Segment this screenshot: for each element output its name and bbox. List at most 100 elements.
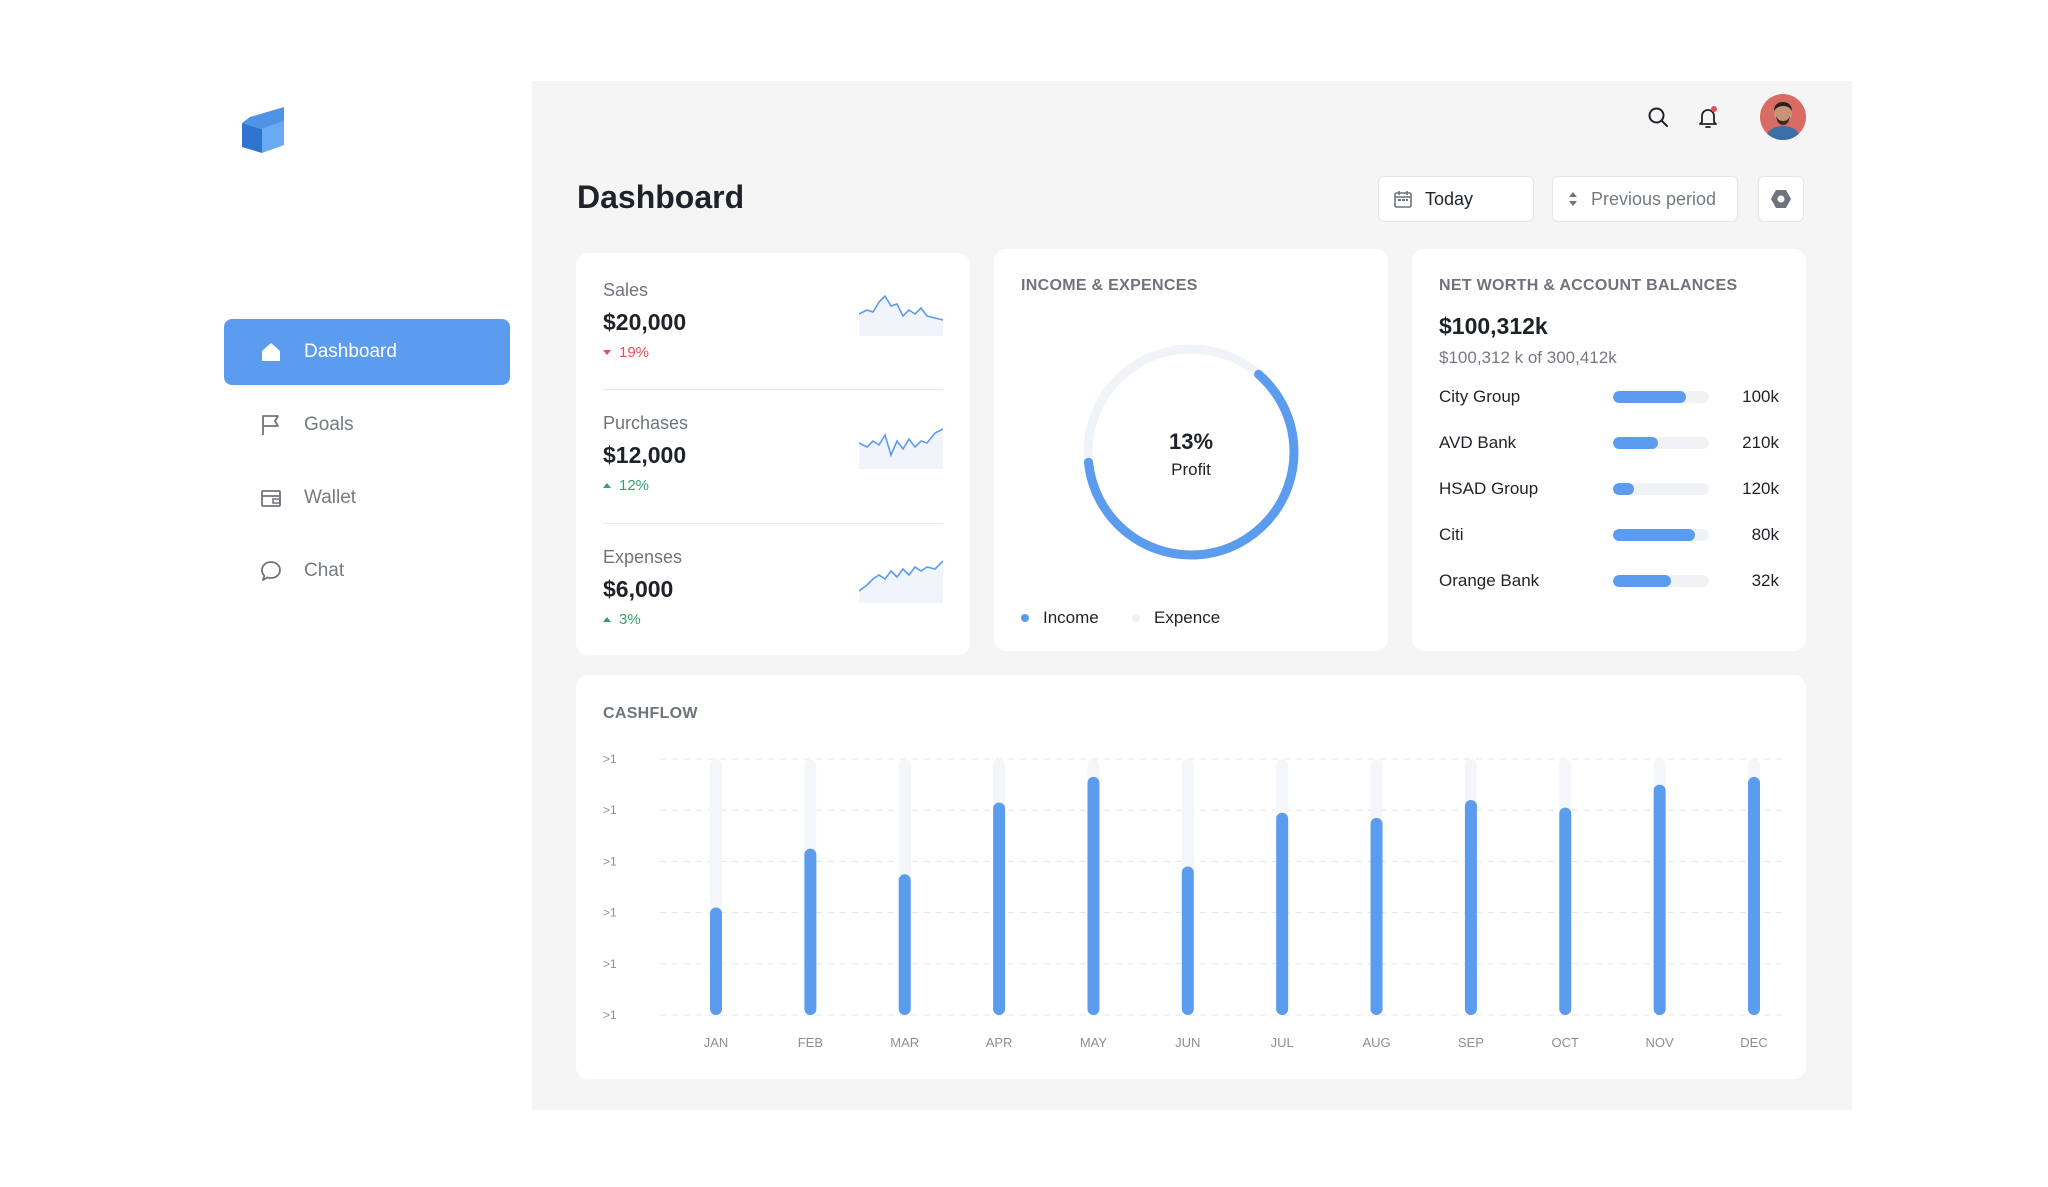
x-tick-label: APR bbox=[986, 1035, 1013, 1050]
x-tick-label: AUG bbox=[1362, 1035, 1390, 1050]
x-tick-label: JUN bbox=[1175, 1035, 1200, 1050]
kpi-change: 12% bbox=[603, 477, 943, 494]
x-tick-label: DEC bbox=[1740, 1035, 1767, 1050]
x-tick-label: OCT bbox=[1552, 1035, 1580, 1050]
bar-sep bbox=[1464, 799, 1477, 1015]
kpi-purchases: Purchases $12,000 12% bbox=[603, 413, 943, 517]
income-card: INCOME & EXPENCES 13% Profit Income Expe… bbox=[994, 249, 1388, 651]
sidebar-item-chat[interactable]: Chat bbox=[224, 538, 510, 604]
period-select[interactable]: Previous period bbox=[1552, 176, 1738, 222]
income-card-title: INCOME & EXPENCES bbox=[1021, 277, 1198, 294]
networth-card: NET WORTH & ACCOUNT BALANCES $100,312k $… bbox=[1412, 249, 1806, 651]
settings-button[interactable] bbox=[1758, 176, 1804, 222]
account-row: Citi 80k bbox=[1439, 523, 1779, 547]
home-icon bbox=[258, 339, 284, 365]
kpi-change-value: 19% bbox=[619, 344, 650, 361]
kpi-change: 3% bbox=[603, 611, 943, 628]
bar-apr bbox=[993, 802, 1006, 1015]
account-name: Orange Bank bbox=[1439, 571, 1540, 590]
trend-up-icon bbox=[603, 483, 611, 488]
bar-nov bbox=[1653, 784, 1666, 1015]
account-row: Orange Bank 32k bbox=[1439, 569, 1779, 593]
x-tick-label: MAY bbox=[1080, 1035, 1108, 1050]
account-row: City Group 100k bbox=[1439, 385, 1779, 409]
account-name: HSAD Group bbox=[1439, 479, 1539, 498]
account-progress-track bbox=[1613, 437, 1709, 449]
sidebar-item-wallet[interactable]: Wallet bbox=[224, 465, 510, 531]
bar-jul bbox=[1276, 812, 1289, 1015]
account-name: City Group bbox=[1439, 387, 1521, 406]
kpi-card: Sales $20,000 19% Purchases $12,000 12% bbox=[576, 253, 970, 655]
sidebar-item-dashboard[interactable]: Dashboard bbox=[224, 319, 510, 385]
account-progress-fill bbox=[1613, 437, 1659, 449]
settings-icon bbox=[1770, 188, 1792, 210]
sidebar-item-goals[interactable]: Goals bbox=[224, 392, 510, 458]
kpi-divider bbox=[603, 389, 943, 390]
sidebar-item-label: Goals bbox=[304, 414, 354, 435]
account-progress-fill bbox=[1613, 391, 1686, 403]
chat-icon bbox=[258, 558, 284, 584]
account-row: HSAD Group 120k bbox=[1439, 477, 1779, 501]
x-tick-label: SEP bbox=[1458, 1035, 1484, 1050]
account-amount: 32k bbox=[1751, 571, 1779, 590]
bar-aug bbox=[1370, 817, 1383, 1015]
sidebar-item-label: Wallet bbox=[304, 487, 357, 508]
account-progress-fill bbox=[1613, 529, 1695, 541]
sidebar-item-label: Dashboard bbox=[304, 341, 397, 362]
networth-card-title: NET WORTH & ACCOUNT BALANCES bbox=[1439, 277, 1738, 294]
legend-dot bbox=[1021, 614, 1029, 622]
account-row: AVD Bank 210k bbox=[1439, 431, 1779, 455]
y-tick-label: >1 bbox=[603, 906, 617, 920]
bar-mar bbox=[898, 874, 911, 1015]
x-tick-label: JUL bbox=[1271, 1035, 1294, 1050]
account-progress-fill bbox=[1613, 483, 1635, 495]
account-progress-track bbox=[1613, 483, 1709, 495]
account-progress-track bbox=[1613, 391, 1709, 403]
period-select-label: Previous period bbox=[1591, 188, 1717, 209]
legend-expence: Expence bbox=[1132, 608, 1220, 628]
app-logo[interactable] bbox=[240, 105, 288, 155]
date-button[interactable]: Today bbox=[1378, 176, 1534, 222]
x-tick-label: FEB bbox=[798, 1035, 823, 1050]
calendar-icon bbox=[1393, 189, 1413, 209]
account-name: AVD Bank bbox=[1439, 433, 1517, 452]
income-donut-chart: 13% Profit bbox=[1083, 344, 1299, 560]
bar-oct bbox=[1559, 807, 1572, 1015]
account-amount: 210k bbox=[1742, 433, 1779, 452]
legend-dot bbox=[1132, 614, 1140, 622]
flag-icon bbox=[258, 412, 284, 438]
y-tick-label: >1 bbox=[603, 752, 617, 766]
x-tick-label: JAN bbox=[704, 1035, 729, 1050]
donut-label: Profit bbox=[1171, 460, 1211, 479]
kpi-expenses: Expenses $6,000 3% bbox=[603, 547, 943, 651]
sort-icon bbox=[1567, 191, 1579, 207]
purchases-sparkline bbox=[859, 428, 943, 469]
cashflow-card: CASHFLOW >1 >1 >1 >1 >1 >1 JAN FEB MAR APR MAY JUN J… bbox=[576, 675, 1806, 1079]
donut-percent: 13% bbox=[1169, 429, 1213, 454]
search-icon[interactable] bbox=[1642, 101, 1674, 133]
sidebar-item-label: Chat bbox=[304, 560, 345, 581]
y-tick-label: >1 bbox=[603, 803, 617, 817]
networth-subtitle: $100,312 k of 300,412k bbox=[1439, 348, 1617, 367]
wallet-icon bbox=[258, 485, 284, 511]
kpi-divider bbox=[603, 523, 943, 524]
sales-sparkline bbox=[859, 294, 943, 336]
y-tick-label: >1 bbox=[603, 957, 617, 971]
sidebar: Dashboard Goals Wallet Chat bbox=[202, 81, 532, 1110]
bell-icon[interactable] bbox=[1692, 101, 1724, 133]
account-name: Citi bbox=[1439, 525, 1464, 544]
bar-may bbox=[1087, 776, 1100, 1015]
kpi-change-value: 12% bbox=[619, 477, 650, 494]
bar-jun bbox=[1181, 866, 1194, 1015]
legend-income: Income bbox=[1021, 608, 1099, 628]
user-avatar[interactable] bbox=[1760, 94, 1806, 140]
account-progress-track bbox=[1613, 575, 1709, 587]
trend-up-icon bbox=[603, 617, 611, 622]
account-progress-track bbox=[1613, 529, 1709, 541]
account-progress-fill bbox=[1613, 575, 1671, 587]
bar-dec bbox=[1748, 776, 1760, 1015]
page-title: Dashboard bbox=[577, 179, 745, 215]
networth-total: $100,312k bbox=[1439, 313, 1548, 339]
sidebar-nav: Dashboard Goals Wallet Chat bbox=[224, 319, 510, 611]
kpi-sales: Sales $20,000 19% bbox=[603, 280, 943, 384]
